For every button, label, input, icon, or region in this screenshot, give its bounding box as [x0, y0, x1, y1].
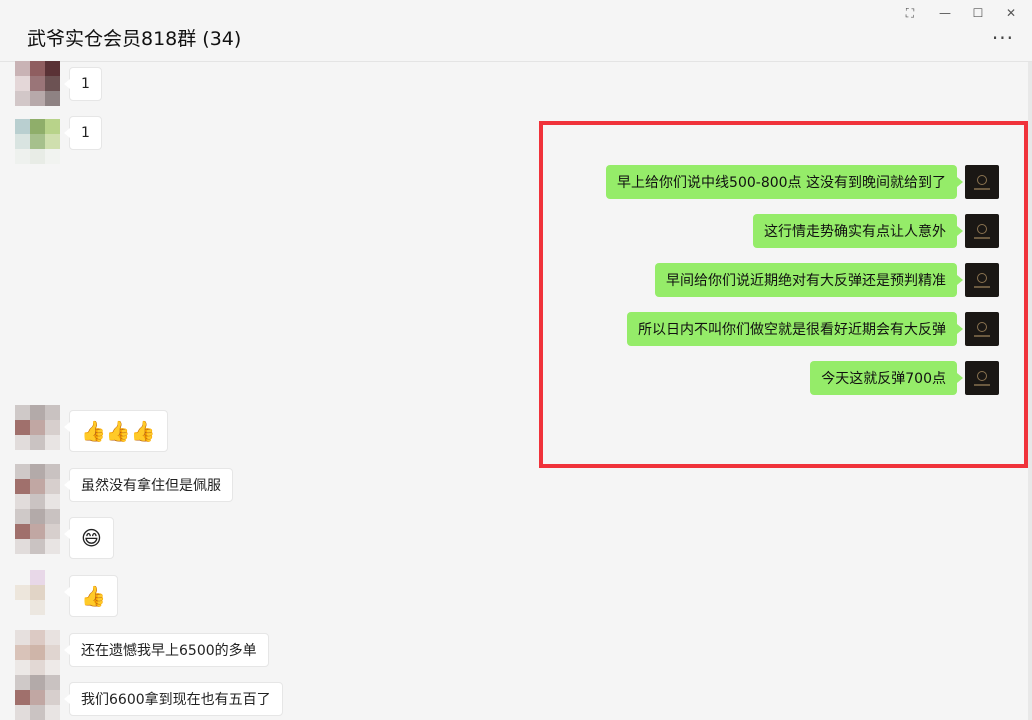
- pin-icon[interactable]: ⛶: [899, 4, 921, 22]
- avatar[interactable]: [15, 464, 60, 509]
- avatar[interactable]: [15, 61, 60, 106]
- avatar[interactable]: [15, 675, 60, 720]
- title-bar: 武爷实仓会员818群 (34) ⛶ — ☐ ✕ ···: [0, 0, 1032, 62]
- message-bubble[interactable]: 1: [64, 67, 102, 101]
- message-bubble[interactable]: 👍: [64, 575, 118, 617]
- message-bubble[interactable]: 还在遗憾我早上6500的多单: [64, 633, 269, 667]
- highlight-box: [539, 121, 1028, 468]
- message-bubble[interactable]: 1: [64, 116, 102, 150]
- message-bubble[interactable]: 虽然没有拿住但是佩服: [64, 468, 233, 502]
- message-bubble[interactable]: 😄: [64, 517, 114, 559]
- minimize-icon[interactable]: —: [934, 4, 956, 22]
- avatar[interactable]: [15, 119, 60, 164]
- message-bubble[interactable]: 👍👍👍: [64, 410, 168, 452]
- avatar[interactable]: [15, 630, 60, 675]
- avatar[interactable]: [15, 509, 60, 554]
- chat-title: 武爷实仓会员818群 (34): [27, 28, 242, 50]
- avatar[interactable]: [15, 405, 60, 450]
- message-bubble[interactable]: 我们6600拿到现在也有五百了: [64, 682, 283, 716]
- more-options-icon[interactable]: ···: [992, 28, 1014, 48]
- maximize-icon[interactable]: ☐: [967, 4, 989, 22]
- window-edge: [1028, 62, 1032, 720]
- avatar[interactable]: [15, 570, 60, 615]
- close-icon[interactable]: ✕: [1000, 4, 1022, 22]
